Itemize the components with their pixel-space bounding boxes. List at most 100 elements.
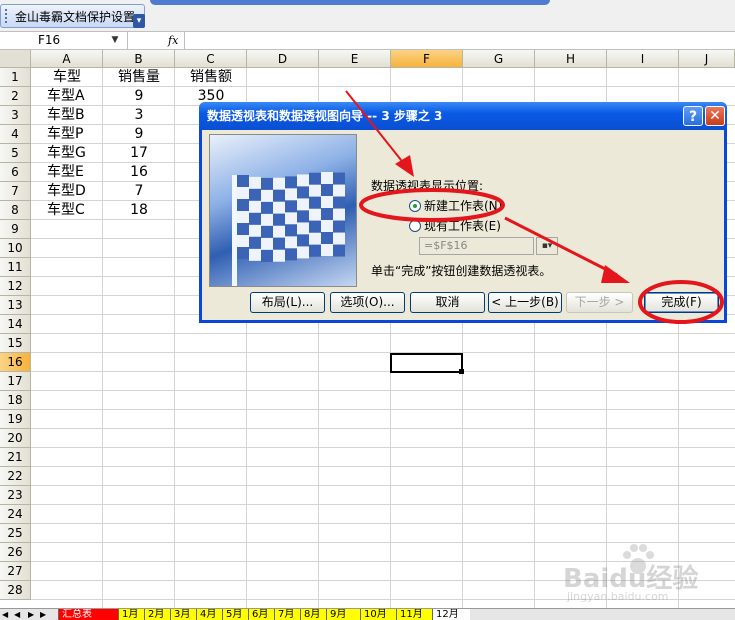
sheet-tab[interactable]: 10月 xyxy=(360,609,396,620)
active-cell-selection[interactable] xyxy=(390,353,463,373)
table-cell[interactable]: 车型D xyxy=(47,182,103,201)
sheet-tab[interactable]: 3月 xyxy=(170,609,196,620)
next-sheet-icon[interactable]: ▶ xyxy=(28,609,34,620)
column-header[interactable]: J xyxy=(679,50,735,68)
row-header[interactable]: 21 xyxy=(0,448,31,467)
table-header-cell[interactable]: 车型 xyxy=(31,68,103,87)
row-header[interactable]: 2 xyxy=(0,87,31,106)
column-header[interactable]: E xyxy=(319,50,391,68)
sheet-tab[interactable]: 6月 xyxy=(248,609,274,620)
select-all-corner[interactable] xyxy=(0,50,31,68)
row-header[interactable]: 11 xyxy=(0,258,31,277)
flag-square xyxy=(309,172,321,185)
row-header[interactable]: 25 xyxy=(0,524,31,543)
row-header[interactable]: 6 xyxy=(0,163,31,182)
row-header[interactable]: 22 xyxy=(0,467,31,486)
table-cell[interactable]: 车型C xyxy=(47,201,103,220)
row-header[interactable]: 5 xyxy=(0,144,31,163)
options-button[interactable]: 选项(O)... xyxy=(330,292,405,313)
row-header[interactable]: 23 xyxy=(0,486,31,505)
existing-sheet-label[interactable]: 现有工作表(E) xyxy=(424,219,501,233)
column-header[interactable]: B xyxy=(103,50,175,68)
table-cell[interactable]: 17 xyxy=(103,144,175,163)
row-header[interactable]: 3 xyxy=(0,106,31,125)
fx-icon[interactable]: fx xyxy=(168,32,182,49)
sheet-tab[interactable]: 汇总表 xyxy=(58,609,118,620)
sheet-tab[interactable]: 8月 xyxy=(300,609,326,620)
table-cell[interactable]: 9 xyxy=(103,87,175,106)
row-header[interactable]: 1 xyxy=(0,68,31,87)
column-header[interactable]: C xyxy=(175,50,247,68)
dialog-title-bar[interactable]: 数据透视表和数据透视图向导 -- 3 步骤之 3 xyxy=(199,102,727,130)
row-header[interactable]: 8 xyxy=(0,201,31,220)
flag-square xyxy=(321,244,333,257)
table-cell[interactable]: 18 xyxy=(103,201,175,220)
column-header[interactable]: F xyxy=(391,50,463,68)
row-header[interactable]: 7 xyxy=(0,182,31,201)
sheet-tab[interactable]: 9月 xyxy=(326,609,360,620)
help-button[interactable]: ? xyxy=(683,106,703,126)
row-header[interactable]: 18 xyxy=(0,391,31,410)
checkered-flag-icon xyxy=(232,172,345,286)
close-button[interactable]: ✕ xyxy=(705,106,725,126)
table-cell[interactable]: 车型E xyxy=(47,163,103,182)
sheet-tab[interactable]: 5月 xyxy=(222,609,248,620)
table-header-cell[interactable]: 销售额 xyxy=(175,68,247,87)
row-header[interactable]: 19 xyxy=(0,410,31,429)
flag-square xyxy=(333,244,345,257)
row-header[interactable]: 10 xyxy=(0,239,31,258)
table-cell[interactable]: 9 xyxy=(103,125,175,144)
sheet-tab[interactable]: 12月 xyxy=(432,609,470,620)
row-header[interactable]: 12 xyxy=(0,277,31,296)
row-header[interactable]: 15 xyxy=(0,334,31,353)
table-cell[interactable]: 车型A xyxy=(47,87,103,106)
reference-input[interactable]: =$F$16 xyxy=(419,237,534,255)
row-header[interactable]: 17 xyxy=(0,372,31,391)
column-header[interactable]: D xyxy=(247,50,319,68)
table-cell[interactable]: 车型G xyxy=(47,144,103,163)
row-header[interactable]: 24 xyxy=(0,505,31,524)
row-header[interactable]: 28 xyxy=(0,581,31,600)
flag-square xyxy=(333,220,345,233)
layout-button[interactable]: 布局(L)... xyxy=(250,292,325,313)
fill-handle[interactable] xyxy=(459,369,464,374)
sheet-tab[interactable]: 4月 xyxy=(196,609,222,620)
table-cell[interactable]: 车型B xyxy=(47,106,103,125)
name-box-dropdown-icon[interactable]: ▼ xyxy=(108,33,122,48)
new-sheet-label[interactable]: 新建工作表(N) xyxy=(424,199,502,213)
table-cell[interactable]: 7 xyxy=(103,182,175,201)
back-button[interactable]: < 上一步(B) xyxy=(488,292,562,313)
table-cell[interactable]: 车型P xyxy=(47,125,103,144)
row-header[interactable]: 27 xyxy=(0,562,31,581)
cancel-button[interactable]: 取消 xyxy=(410,292,485,313)
plugin-toolbar-button[interactable]: 金山毒霸文档保护设置 xyxy=(0,4,145,28)
new-sheet-radio[interactable] xyxy=(409,200,421,212)
row-header[interactable]: 13 xyxy=(0,296,31,315)
last-sheet-icon[interactable]: ▶ xyxy=(40,609,46,620)
grid-line xyxy=(31,333,735,334)
table-cell[interactable]: 3 xyxy=(103,106,175,125)
sheet-tab[interactable]: 2月 xyxy=(144,609,170,620)
row-header[interactable]: 14 xyxy=(0,315,31,334)
table-header-cell[interactable]: 销售量 xyxy=(103,68,175,87)
collapse-dialog-icon[interactable]: ▪▾ xyxy=(536,237,558,255)
column-header[interactable]: G xyxy=(463,50,535,68)
finish-button[interactable]: 完成(F) xyxy=(644,292,719,313)
row-header[interactable]: 9 xyxy=(0,220,31,239)
toolbar-options-icon[interactable]: ▾ xyxy=(133,14,145,28)
column-header[interactable]: I xyxy=(607,50,679,68)
table-cell[interactable]: 16 xyxy=(103,163,175,182)
existing-sheet-radio[interactable] xyxy=(409,220,421,232)
column-header[interactable]: A xyxy=(31,50,103,68)
sheet-tab[interactable]: 11月 xyxy=(396,609,432,620)
column-header[interactable]: H xyxy=(535,50,607,68)
row-header[interactable]: 20 xyxy=(0,429,31,448)
row-header[interactable]: 16 xyxy=(0,353,31,372)
prev-sheet-icon[interactable]: ◀ xyxy=(14,609,20,620)
row-header[interactable]: 4 xyxy=(0,125,31,144)
formula-input[interactable] xyxy=(184,32,735,49)
sheet-tab[interactable]: 7月 xyxy=(274,609,300,620)
first-sheet-icon[interactable]: ◀ xyxy=(2,609,8,620)
row-header[interactable]: 26 xyxy=(0,543,31,562)
sheet-tab[interactable]: 1月 xyxy=(118,609,144,620)
